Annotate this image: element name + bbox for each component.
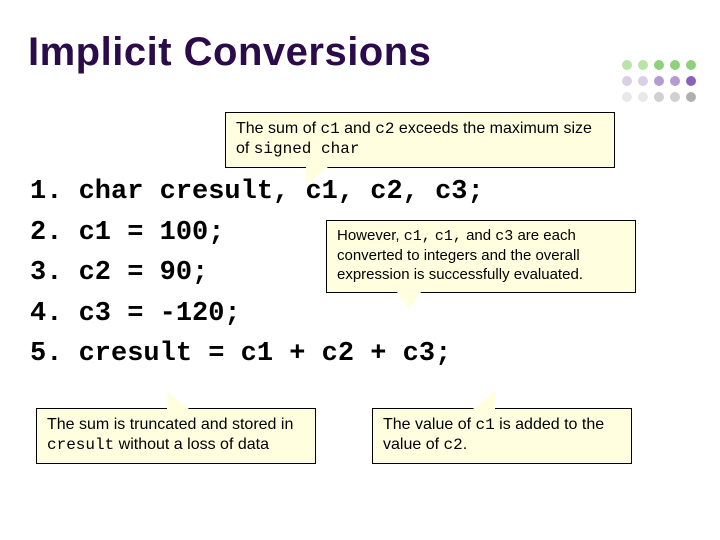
code-line-3: 3. c2 = 90; <box>30 258 208 288</box>
code-ref: cresult <box>47 436 114 454</box>
code-ref: c2 <box>375 120 394 138</box>
callout-c1-added: The value of c1 is added to the value of… <box>372 408 632 464</box>
slide: Implicit Conversions The sum of c1 and c… <box>0 0 720 540</box>
code-block: 1. char cresult, c1, c2, c3; 2. c1 = 100… <box>30 172 484 375</box>
code-ref: c3 <box>495 228 513 245</box>
callout-truncated: The sum is truncated and stored in cresu… <box>36 408 316 464</box>
code-line-1: 1. char cresult, c1, c2, c3; <box>30 177 484 207</box>
code-ref: signed char <box>254 140 360 158</box>
code-ref: c1 <box>320 120 339 138</box>
text: . <box>463 436 467 453</box>
text: The sum of <box>236 120 320 137</box>
code-line-5: 5. cresult = c1 + c2 + c3; <box>30 339 451 369</box>
decorative-dots <box>622 60 700 106</box>
text: The sum is truncated and stored in <box>47 416 293 433</box>
text: without a loss of data <box>114 436 269 453</box>
code-ref: c2 <box>443 436 462 454</box>
text: The value of <box>383 416 476 433</box>
code-line-2: 2. c1 = 100; <box>30 218 224 248</box>
slide-title: Implicit Conversions <box>28 30 431 75</box>
callout-sum-exceeds: The sum of c1 and c2 exceeds the maximum… <box>225 112 615 168</box>
code-ref: c1 <box>476 416 495 434</box>
text: and <box>340 120 376 137</box>
code-line-4: 4. c3 = -120; <box>30 299 241 329</box>
